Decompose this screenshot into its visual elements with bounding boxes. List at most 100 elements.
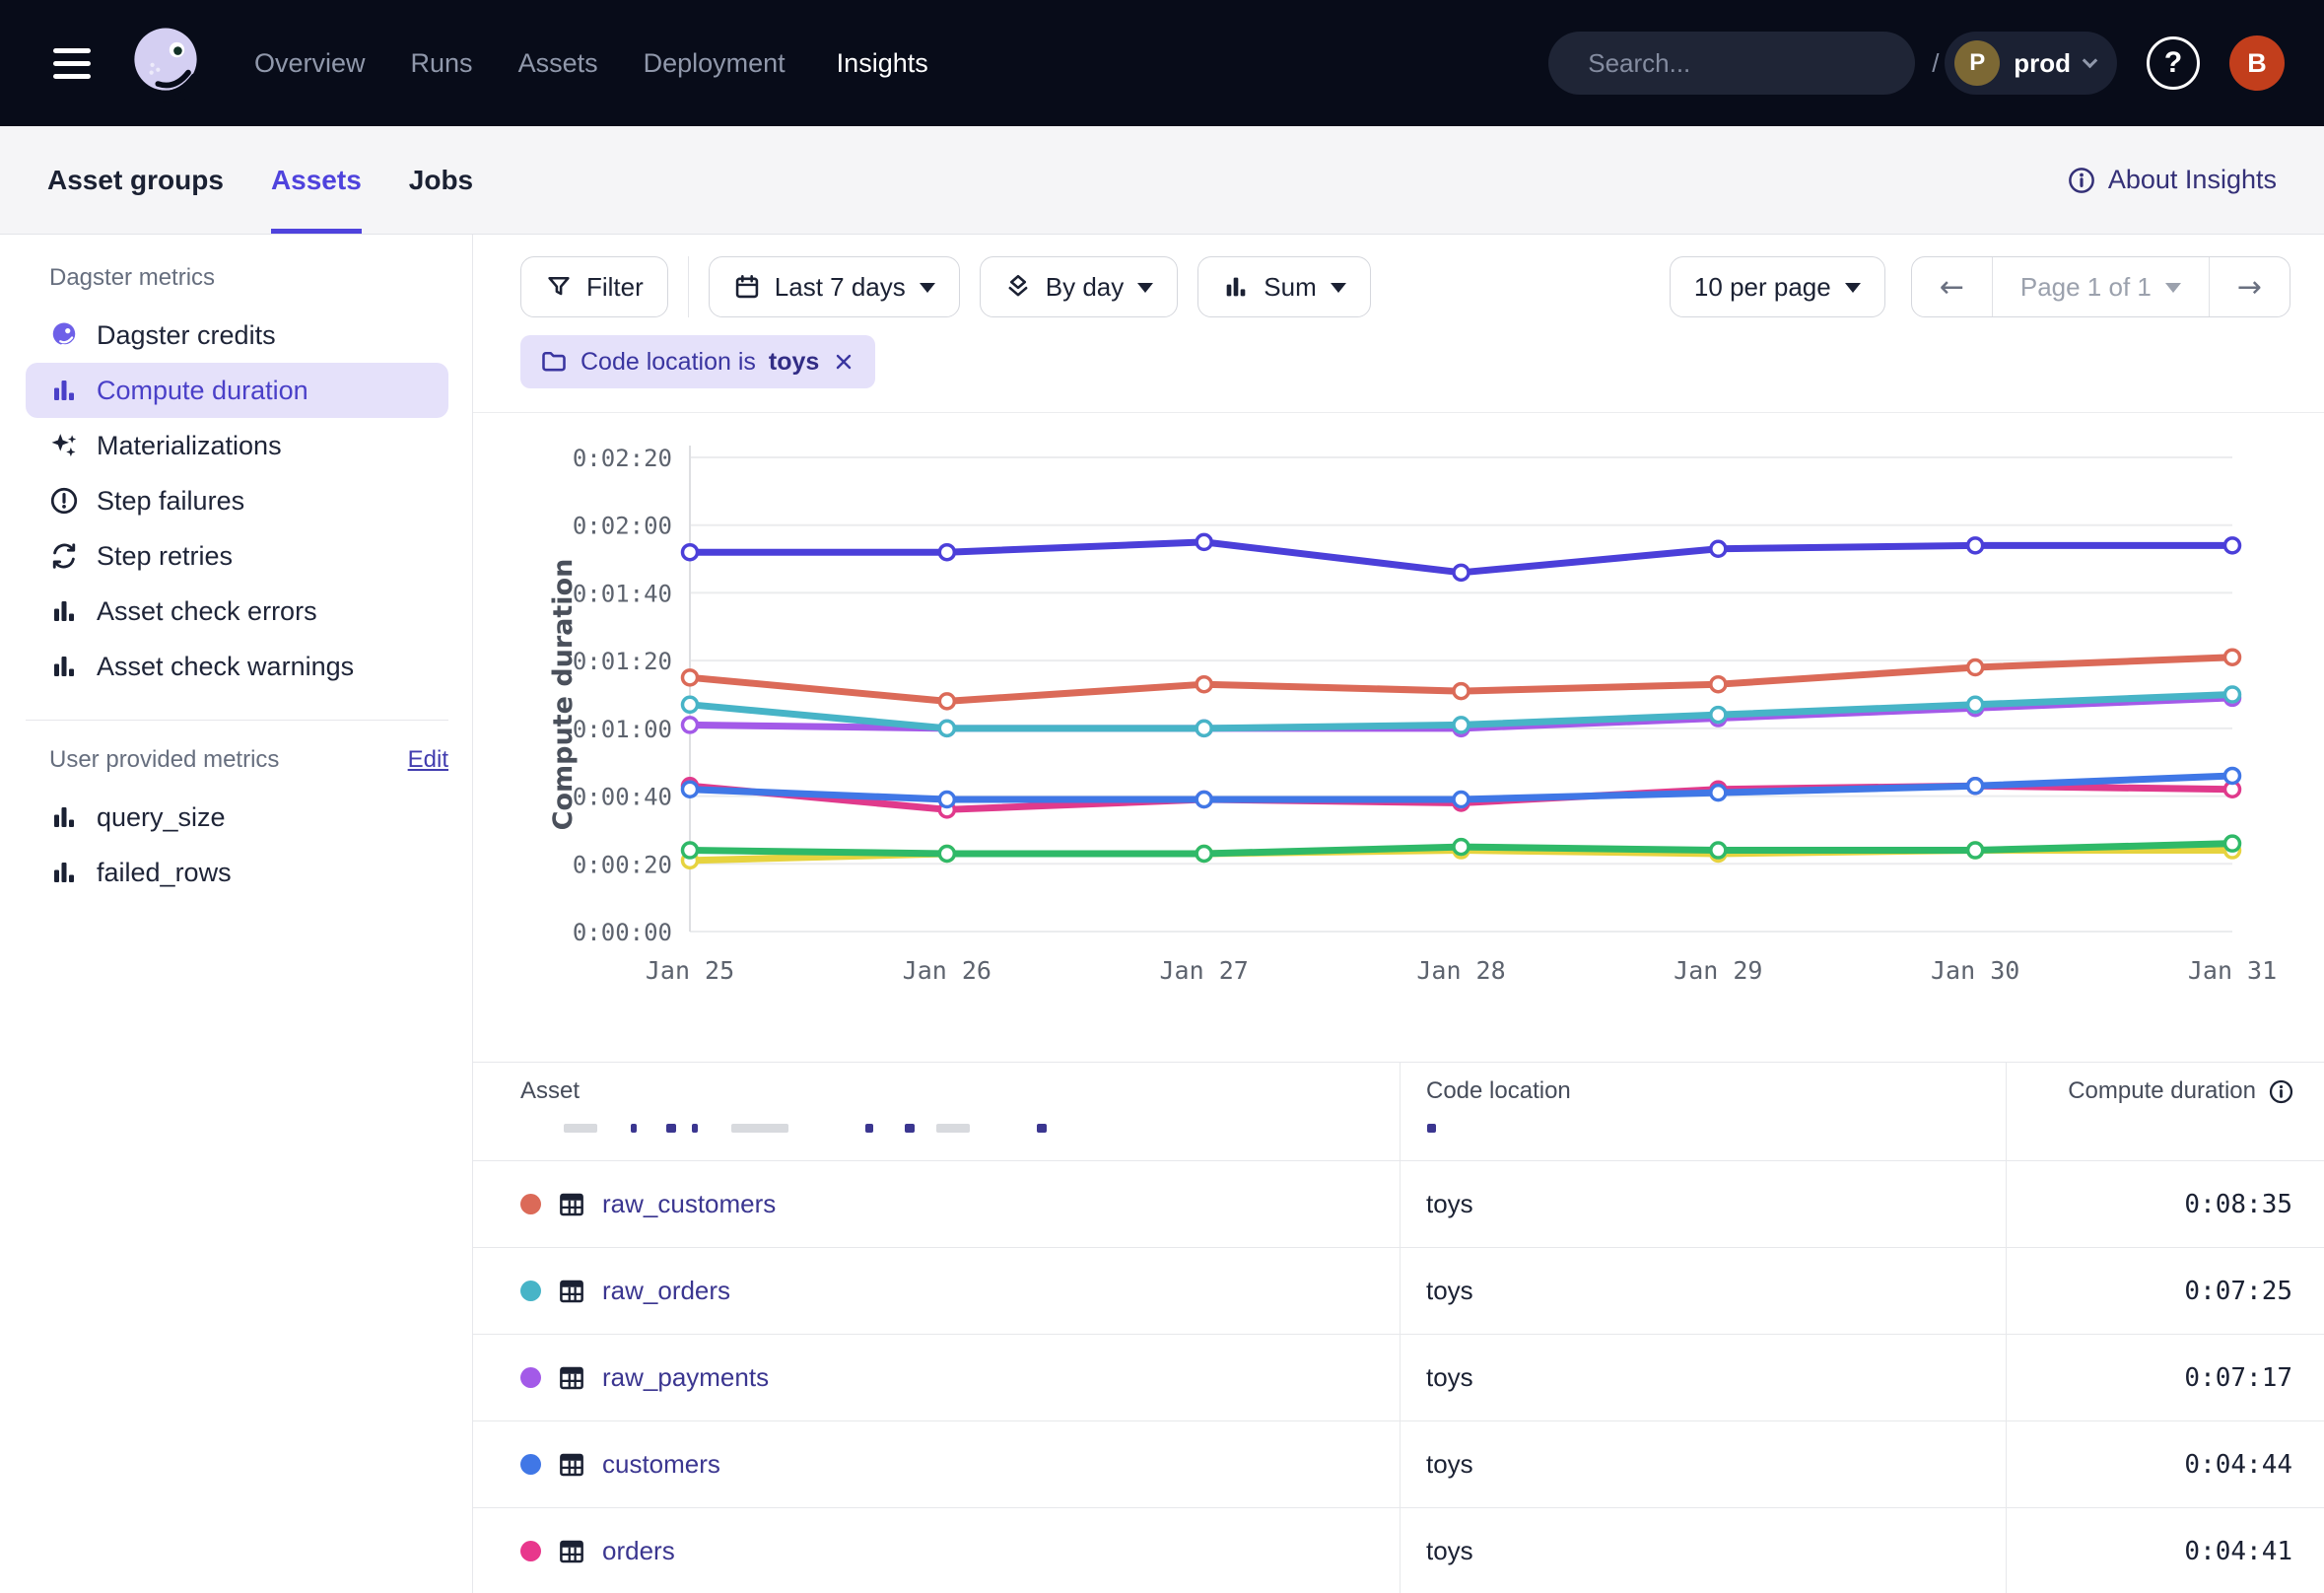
bar-chart-icon: [49, 652, 79, 681]
arrow-left-icon: ←: [1940, 270, 1964, 305]
aggregation-button[interactable]: Sum: [1197, 256, 1370, 317]
asset-link[interactable]: raw_orders: [602, 1276, 730, 1306]
nav-deployment[interactable]: Deployment: [644, 48, 786, 79]
page-label: Page 1 of 1: [2020, 272, 2152, 303]
series-color-dot: [520, 1454, 541, 1475]
calendar-icon: [733, 273, 761, 301]
asset-cell: customers: [473, 1421, 1400, 1507]
caret-down-icon: [1331, 283, 1346, 293]
sidebar-item-asset-check-errors[interactable]: Asset check errors: [26, 584, 448, 639]
page-select[interactable]: Page 1 of 1: [1992, 257, 2209, 316]
nav-insights-active[interactable]: Insights: [837, 48, 928, 79]
toolbar-divider: [688, 256, 689, 317]
primary-nav: Overview Runs Assets Deployment: [254, 48, 786, 79]
date-range-button[interactable]: Last 7 days: [709, 256, 960, 317]
code-location-cell: toys: [1400, 1421, 2006, 1507]
asset-cell: raw_payments: [473, 1335, 1400, 1420]
svg-text:Jan 29: Jan 29: [1674, 956, 1762, 985]
insights-main-panel: Filter Last 7 days By day: [473, 235, 2324, 1593]
prev-page-button[interactable]: ←: [1912, 257, 1992, 316]
sidebar-item-label: Compute duration: [97, 376, 308, 406]
caret-down-icon: [2165, 283, 2181, 293]
code-location-cell: toys: [1400, 1335, 2006, 1420]
sidebar-item-dagster-credits[interactable]: Dagster credits: [26, 308, 448, 363]
code-location-cell: toys: [1400, 1161, 2006, 1247]
filter-button[interactable]: Filter: [520, 256, 668, 317]
filter-chip-prefix: Code location is: [581, 348, 756, 377]
compute-duration-header-label: Compute duration: [2068, 1077, 2256, 1105]
svg-text:0:02:00: 0:02:00: [573, 513, 672, 540]
sidebar-item-query-size[interactable]: query_size: [26, 790, 448, 845]
bar-chart-icon: [49, 596, 79, 626]
sidebar-item-step-failures[interactable]: Step failures: [26, 473, 448, 528]
tab-asset-groups[interactable]: Asset groups: [47, 126, 224, 234]
code-location-filter-chip[interactable]: Code location is toys: [520, 335, 875, 388]
deployment-name: prod: [2014, 48, 2071, 79]
series-color-dot: [520, 1281, 541, 1301]
table-icon: [557, 1450, 586, 1480]
tab-assets[interactable]: Assets: [271, 126, 362, 234]
refresh-icon: [49, 541, 79, 571]
insights-tabs-row: Asset groups Assets Jobs About Insights: [0, 126, 2324, 235]
filter-chip-value: toys: [769, 348, 819, 377]
bar-chart-icon: [49, 376, 79, 405]
info-icon: [2067, 166, 2096, 195]
top-navigation-bar: Overview Runs Assets Deployment Insights…: [0, 0, 2324, 126]
about-insights-link[interactable]: About Insights: [2067, 165, 2277, 195]
svg-text:Jan 26: Jan 26: [903, 956, 991, 985]
caret-down-icon: [920, 283, 935, 293]
sidebar-item-label: failed_rows: [97, 858, 232, 888]
compute-duration-chart: 0:00:000:00:200:00:400:01:000:01:200:01:…: [473, 412, 2324, 1062]
bar-chart-icon: [49, 858, 79, 887]
info-icon[interactable]: [2268, 1078, 2294, 1105]
asset-link[interactable]: orders: [602, 1536, 675, 1566]
search-box[interactable]: /: [1548, 32, 1915, 95]
per-page-button[interactable]: 10 per page: [1670, 256, 1885, 317]
table-icon: [557, 1190, 586, 1219]
code-location-cell: toys: [1400, 1248, 2006, 1334]
sidebar-item-failed-rows[interactable]: failed_rows: [26, 845, 448, 900]
user-avatar[interactable]: B: [2229, 35, 2285, 91]
sidebar-item-materializations[interactable]: Materializations: [26, 418, 448, 473]
next-page-button[interactable]: →: [2209, 257, 2290, 316]
code-location-cell: toys: [1400, 1508, 2006, 1593]
search-shortcut-hint: /: [1932, 48, 1939, 79]
topbar-right-cluster: / P prod ? B: [1548, 32, 2285, 95]
deployment-switcher[interactable]: P prod: [1945, 32, 2117, 95]
tab-jobs[interactable]: Jobs: [409, 126, 473, 234]
asset-link[interactable]: customers: [602, 1449, 720, 1480]
compute-duration-cell: 0:07:17: [2006, 1335, 2324, 1420]
help-icon[interactable]: ?: [2147, 36, 2200, 90]
table-row: raw_customers toys 0:08:35: [473, 1161, 2324, 1248]
remove-filter-icon[interactable]: [832, 350, 855, 374]
table-row: orders toys 0:04:41: [473, 1508, 2324, 1593]
table-icon: [557, 1277, 586, 1306]
sidebar-item-compute-duration[interactable]: Compute duration: [26, 363, 448, 418]
sidebar-item-step-retries[interactable]: Step retries: [26, 528, 448, 584]
edit-user-metrics-link[interactable]: Edit: [408, 746, 448, 774]
chevron-down-icon: [2083, 52, 2098, 68]
dagster-logo[interactable]: [120, 18, 211, 108]
table-row: raw_orders toys 0:07:25: [473, 1248, 2324, 1335]
pagination-cluster: 10 per page ← Page 1 of 1 →: [1670, 256, 2290, 317]
svg-text:Jan 27: Jan 27: [1160, 956, 1249, 985]
about-insights-label: About Insights: [2108, 165, 2277, 195]
table-row: customers toys 0:04:44: [473, 1421, 2324, 1508]
chart-toolbar: Filter Last 7 days By day: [473, 235, 2324, 317]
folder-icon: [540, 348, 568, 376]
asset-link[interactable]: raw_customers: [602, 1189, 776, 1219]
search-input[interactable]: [1588, 48, 1918, 79]
compute-duration-cell: 0:04:44: [2006, 1421, 2324, 1507]
user-metrics-title: User provided metrics: [49, 746, 279, 774]
column-header-compute-duration: Compute duration: [2006, 1063, 2324, 1120]
sidebar-item-asset-check-warnings[interactable]: Asset check warnings: [26, 639, 448, 694]
nav-runs[interactable]: Runs: [411, 48, 473, 79]
nav-overview[interactable]: Overview: [254, 48, 366, 79]
hamburger-menu-icon[interactable]: [53, 48, 91, 79]
nav-assets[interactable]: Assets: [518, 48, 598, 79]
asset-link[interactable]: raw_payments: [602, 1362, 769, 1393]
dagster-credits-icon: [49, 320, 79, 350]
group-by-button[interactable]: By day: [980, 256, 1179, 317]
series-color-dot: [520, 1194, 541, 1214]
filter-button-label: Filter: [586, 272, 644, 303]
